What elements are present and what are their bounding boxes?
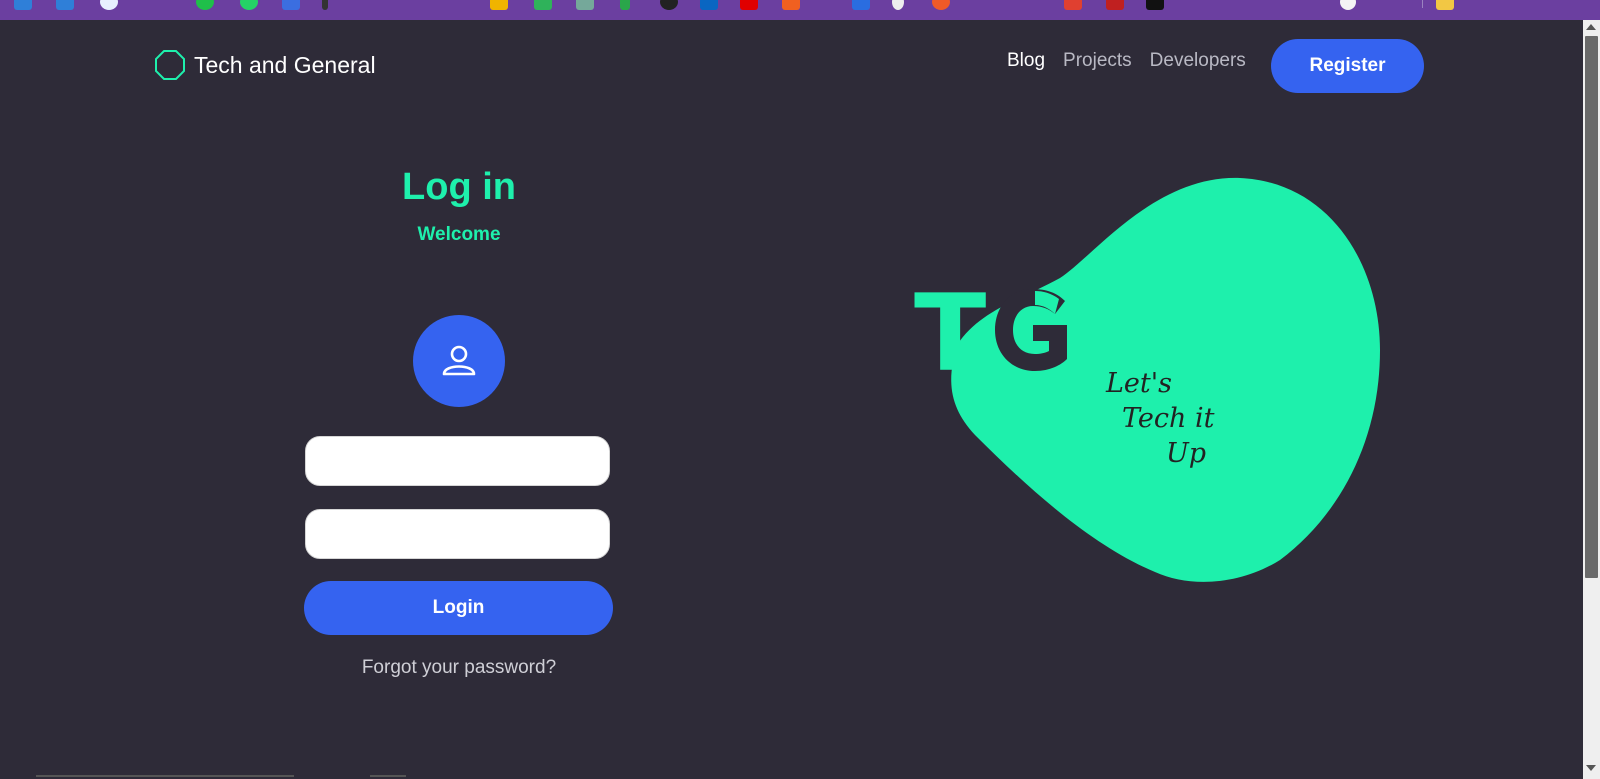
username-field[interactable] [305, 436, 610, 486]
bookmark-icon[interactable] [196, 0, 214, 10]
bookmark-icon[interactable] [282, 0, 300, 10]
logo-letter-g-icon [995, 289, 1067, 371]
nav-link-projects[interactable]: Projects [1063, 50, 1132, 72]
bookmark-icon[interactable] [56, 0, 74, 10]
login-title: Log in [402, 166, 516, 208]
register-button[interactable]: Register [1271, 39, 1424, 93]
bookmark-icon[interactable] [1340, 0, 1356, 10]
linkedin-icon[interactable] [700, 0, 718, 10]
bookmark-icon[interactable] [490, 0, 508, 10]
bookmark-icon[interactable] [14, 0, 32, 10]
github-icon[interactable] [660, 0, 678, 10]
youtube-icon[interactable] [740, 0, 758, 10]
bookmark-icon[interactable] [852, 0, 870, 10]
login-button[interactable]: Login [304, 581, 613, 635]
bookmark-icon[interactable] [620, 0, 630, 10]
scroll-down-arrow-icon[interactable] [1586, 765, 1596, 771]
bookmark-separator [1422, 0, 1423, 8]
scroll-thumb[interactable] [1585, 36, 1598, 578]
logo-letter-t: T [914, 272, 987, 395]
main-nav: Blog Projects Developers [1007, 50, 1264, 72]
login-subtitle: Welcome [417, 224, 501, 245]
forgot-password-link[interactable]: Forgot your password? [300, 657, 618, 679]
nav-link-developers[interactable]: Developers [1150, 50, 1246, 72]
user-icon [442, 345, 476, 376]
horizontal-scroll-indicator [370, 775, 406, 777]
horizontal-scroll-indicator [36, 775, 294, 777]
bookmark-icon[interactable] [932, 0, 950, 10]
scroll-up-arrow-icon[interactable] [1586, 24, 1596, 30]
x-icon[interactable] [1146, 0, 1164, 10]
bookmark-icon[interactable] [892, 0, 904, 10]
folder-icon[interactable] [1436, 0, 1454, 10]
bookmark-icon[interactable] [534, 0, 552, 10]
brand-name: Tech and General [194, 51, 376, 78]
bookmark-icon[interactable] [1064, 0, 1082, 10]
nav-link-blog[interactable]: Blog [1007, 50, 1045, 72]
octagon-icon [155, 50, 185, 80]
bookmark-icon[interactable] [322, 0, 328, 10]
tagline-line-1: Let's [1106, 368, 1173, 399]
bookmark-icon[interactable] [576, 0, 594, 10]
brand[interactable]: Tech and General [154, 49, 376, 81]
password-field[interactable] [305, 509, 610, 559]
browser-bookmarks-bar [0, 0, 1600, 20]
vertical-scrollbar[interactable] [1583, 20, 1600, 779]
whatsapp-icon[interactable] [240, 0, 258, 10]
avatar [413, 315, 505, 407]
tagline-line-2: Tech it [1122, 403, 1215, 434]
bookmark-icon[interactable] [1106, 0, 1124, 10]
tagline-line-3: Up [1166, 438, 1207, 469]
bookmark-icon[interactable] [100, 0, 118, 10]
bookmark-icon[interactable] [782, 0, 800, 10]
